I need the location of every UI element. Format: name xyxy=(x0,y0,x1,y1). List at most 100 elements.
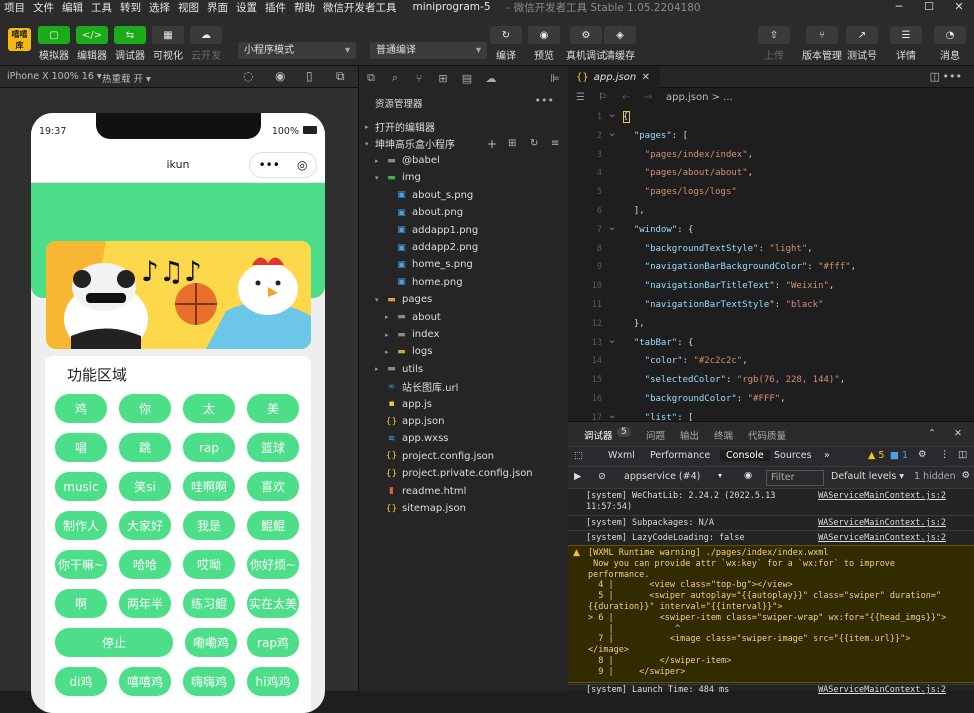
file-tree-item[interactable]: {} app.json xyxy=(359,413,569,430)
open-editors-section[interactable]: ▸ 打开的编辑器 xyxy=(359,118,569,135)
popout-icon[interactable]: ⧉ xyxy=(336,69,345,84)
file-tree-item[interactable]: ▸ ▬ index xyxy=(359,326,569,343)
fold-chevron-icon[interactable]: ⌄ xyxy=(608,335,616,346)
file-tree-item[interactable]: {} project.config.json xyxy=(359,448,569,465)
file-tree-item[interactable]: ▸ ▬ logs xyxy=(359,343,569,360)
file-tree-item[interactable]: ≋ app.wxss xyxy=(359,430,569,447)
function-button[interactable]: 太 xyxy=(183,394,235,423)
chevron-up-icon[interactable]: ⌃ xyxy=(928,428,936,439)
tab-debugger[interactable]: 调试器 xyxy=(584,428,613,442)
search-icon[interactable]: ⌕ xyxy=(383,71,407,85)
tab-wxml[interactable]: Wxml xyxy=(608,450,635,461)
cloud-icon[interactable]: ☁ xyxy=(479,72,503,85)
swiper-banner[interactable]: ♪♫♪ xyxy=(46,241,311,349)
toolbar-right-button[interactable]: ⇧ 上传 xyxy=(758,26,790,62)
log-source-link[interactable]: WAServiceMainContext.js:2 xyxy=(818,491,946,502)
new-file-icon[interactable]: + xyxy=(487,137,497,151)
menu-item[interactable]: 插件 xyxy=(261,0,290,15)
collapse-icon[interactable]: ≡ xyxy=(551,138,559,149)
menu-item[interactable]: 帮助 xyxy=(290,0,319,15)
function-button[interactable]: 制作人 xyxy=(55,511,107,540)
hotreload-select[interactable]: 热重载 开 ▾ xyxy=(102,71,151,85)
tab-performance[interactable]: Performance xyxy=(650,450,710,461)
menu-item[interactable]: 文件 xyxy=(29,0,58,15)
function-button[interactable]: 喜欢 xyxy=(247,472,299,501)
toolbar-left-button[interactable]: ☁ 云开发 xyxy=(190,26,222,62)
more-icon[interactable]: ⋮ xyxy=(940,449,950,460)
toolbar-center-button[interactable]: ◉ 预览 xyxy=(528,26,560,62)
file-tree-item[interactable]: ▸ ▬ @babel xyxy=(359,152,569,169)
bookmark-icon[interactable]: ⚐ xyxy=(598,92,607,103)
tab-sources[interactable]: Sources xyxy=(774,450,812,461)
function-button[interactable]: 我是 xyxy=(183,511,235,540)
function-button[interactable]: 跳 xyxy=(119,433,171,462)
file-tree-item[interactable]: ▣ about.png xyxy=(359,204,569,221)
fold-chevron-icon[interactable]: ⌄ xyxy=(608,222,616,233)
toolbar-left-button[interactable]: ▦ 可视化 xyxy=(152,26,184,62)
fold-chevron-icon[interactable]: ⌄ xyxy=(608,109,616,120)
split-icon[interactable]: ⊫ xyxy=(543,72,567,85)
function-button[interactable]: 嘞嘞鸡 xyxy=(185,628,237,657)
explorer-icon[interactable]: ⧉ xyxy=(359,71,383,85)
toolbar-center-button[interactable]: ◈ 清缓存 xyxy=(604,26,636,62)
function-button[interactable]: 你干嘛~ xyxy=(55,550,107,579)
toolbar-right-button[interactable]: ☰ 详情 xyxy=(890,26,922,62)
fold-chevron-icon[interactable]: ⌄ xyxy=(608,128,616,139)
file-tree-item[interactable]: ▾ ▬ pages xyxy=(359,291,569,308)
function-button[interactable]: rap鸡 xyxy=(247,628,299,657)
function-button[interactable]: 篮球 xyxy=(247,433,299,462)
more-icon[interactable]: ••• xyxy=(535,94,554,107)
dock-icon[interactable]: ◫ xyxy=(958,449,967,460)
file-tree-item[interactable]: ▣ addapp2.png xyxy=(359,239,569,256)
git-icon[interactable]: ⑂ xyxy=(407,72,431,85)
function-button[interactable]: rap xyxy=(183,433,235,462)
menu-item[interactable]: 转到 xyxy=(116,0,145,15)
file-tree-item[interactable]: ▪ app.js xyxy=(359,396,569,413)
breadcrumb-path[interactable]: app.json > ... xyxy=(666,92,733,103)
more-tabs-icon[interactable]: » xyxy=(824,450,830,461)
close-icon[interactable]: ✕ xyxy=(954,428,962,439)
sidebar-icon[interactable]: ▶ xyxy=(574,471,581,482)
function-button[interactable]: 大家好 xyxy=(119,511,171,540)
maximize-icon[interactable]: ☐ xyxy=(914,0,944,14)
gear-icon[interactable]: ⚙ xyxy=(918,449,927,460)
menu-item[interactable]: 工具 xyxy=(87,0,116,15)
toolbar-left-button[interactable]: </> 编辑器 xyxy=(76,26,108,62)
file-tree-item[interactable]: {} sitemap.json xyxy=(359,500,569,517)
eye-icon[interactable]: ◉ xyxy=(744,470,752,481)
toolbar-center-button[interactable]: ⚙ 真机调试 xyxy=(566,26,606,62)
menu-item[interactable]: 微信开发者工具 xyxy=(319,0,401,15)
function-button[interactable]: di鸡 xyxy=(55,667,107,696)
function-button[interactable]: hi鸡鸡 xyxy=(247,667,299,696)
function-button[interactable]: 美 xyxy=(247,394,299,423)
function-button[interactable]: 嘻嘻鸡 xyxy=(119,667,171,696)
menu-item[interactable]: 界面 xyxy=(203,0,232,15)
file-tree-item[interactable]: ▾ ▬ img xyxy=(359,169,569,186)
refresh-icon[interactable]: ↻ xyxy=(530,138,538,149)
forward-icon[interactable]: → xyxy=(644,92,652,103)
avatar[interactable]: 嘻嘻 库 xyxy=(8,28,31,51)
function-button[interactable]: 停止 xyxy=(55,628,173,657)
new-folder-icon[interactable]: ⊞ xyxy=(508,138,516,149)
more-icon[interactable]: ••• xyxy=(259,158,280,172)
toolbar-left-button[interactable]: ▢ 模拟器 xyxy=(38,26,70,62)
tab-console[interactable]: Console xyxy=(720,450,770,461)
mode-select[interactable]: 小程序模式 xyxy=(238,42,356,59)
dropdown-icon[interactable]: ▾ xyxy=(718,471,722,480)
tab-panel[interactable]: 输出 xyxy=(680,428,699,442)
function-button[interactable]: 哈哈 xyxy=(119,550,171,579)
clear-icon[interactable]: ⊘ xyxy=(598,471,606,482)
toolbar-right-button[interactable]: ⑂ 版本管理 xyxy=(802,26,842,62)
compile-select[interactable]: 普通编译 xyxy=(370,42,487,59)
function-button[interactable]: music xyxy=(55,472,107,501)
project-root[interactable]: ▾ 坤坤高乐盒小程序 + ⊞ ↻ ≡ xyxy=(359,135,569,152)
layout-icon[interactable]: ▤ xyxy=(455,72,479,85)
split-editor-icon[interactable]: ◫ xyxy=(930,70,940,83)
function-button[interactable]: 鲲鲲 xyxy=(247,511,299,540)
menu-item[interactable]: 设置 xyxy=(232,0,261,15)
function-button[interactable]: 唱 xyxy=(55,433,107,462)
tab-panel[interactable]: 问题 xyxy=(646,428,665,442)
toolbar-center-button[interactable]: ↻ 编译 xyxy=(490,26,522,62)
more-icon[interactable]: ••• xyxy=(943,70,962,83)
rotate-icon[interactable]: ◌ xyxy=(243,69,253,83)
